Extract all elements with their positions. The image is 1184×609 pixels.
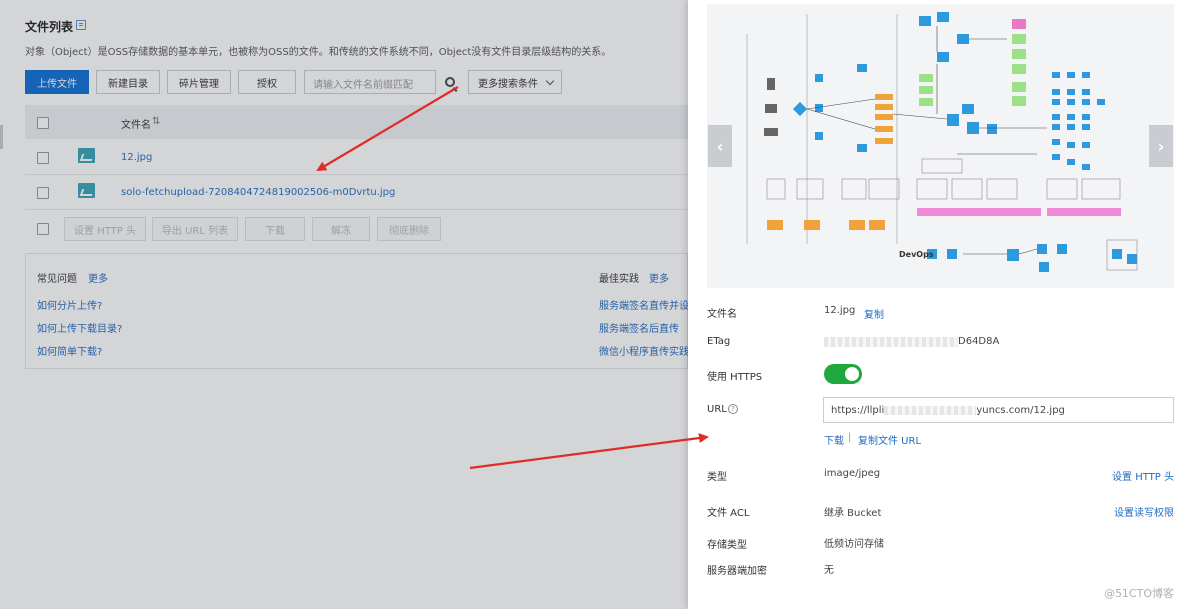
help-icon[interactable]: ? (728, 404, 738, 414)
best-practice-link[interactable]: 服务端签名直传并设 (599, 297, 688, 312)
copy-url-link[interactable]: 复制文件 URL (858, 432, 921, 447)
url-redacted (884, 405, 977, 415)
best-practice-link[interactable]: 服务端签名后直传 (599, 320, 679, 335)
copy-filename-link[interactable]: 复制 (864, 306, 884, 321)
page-title: 文件列表 (25, 20, 74, 34)
unfreeze-button[interactable]: 解冻 (312, 217, 370, 241)
set-acl-link[interactable]: 设置读写权限 (1114, 504, 1174, 519)
etag-redacted (824, 337, 958, 347)
filename-label: 文件名 (707, 309, 737, 320)
previous-image-button[interactable]: ‹ (708, 125, 732, 167)
type-value: image/jpeg (824, 468, 881, 479)
sort-icon[interactable]: ⇅ (152, 116, 160, 127)
acl-value: 继承 Bucket (824, 508, 882, 519)
link-separator: | (848, 432, 852, 443)
acl-label: 文件 ACL (707, 508, 750, 519)
authorize-button[interactable]: 授权 (238, 70, 296, 94)
type-label: 类型 (707, 472, 727, 483)
file-list-page: 文件列表 对象（Object）是OSS存储数据的基本单元，也被称为OSS的文件。… (0, 0, 688, 609)
https-toggle[interactable] (824, 364, 862, 384)
export-url-button[interactable]: 导出 URL 列表 (152, 217, 238, 241)
architecture-diagram-thumbnail: DevOps (707, 4, 1174, 288)
best-practice-link[interactable]: 微信小程序直传实践 (599, 343, 688, 358)
new-directory-button[interactable]: 新建目录 (96, 70, 160, 94)
etag-value: D64D8A (958, 336, 1000, 347)
image-file-icon (78, 183, 95, 198)
best-practice-more-link[interactable]: 更多 (649, 270, 669, 285)
upload-button[interactable]: 上传文件 (25, 70, 89, 94)
download-link[interactable]: 下载 (824, 432, 844, 447)
more-search-dropdown[interactable]: 更多搜索条件 (468, 70, 562, 94)
batch-checkbox[interactable] (37, 223, 49, 235)
select-all-checkbox[interactable] (37, 117, 49, 129)
next-image-button[interactable]: › (1149, 125, 1173, 167)
faq-link[interactable]: 如何简单下载? (37, 343, 102, 358)
faq-title: 常见问题 (37, 274, 77, 285)
set-http-header-button[interactable]: 设置 HTTP 头 (64, 217, 146, 241)
help-section (25, 253, 688, 369)
set-http-header-link[interactable]: 设置 HTTP 头 (1112, 468, 1174, 483)
faq-link[interactable]: 如何分片上传? (37, 297, 102, 312)
search-button[interactable] (436, 70, 464, 94)
download-button[interactable]: 下载 (245, 217, 305, 241)
file-link[interactable]: solo-fetchupload-7208404724819002506-m0D… (121, 187, 395, 198)
https-label: 使用 HTTPS (707, 372, 763, 383)
delete-button[interactable]: 彻底删除 (377, 217, 441, 241)
chevron-down-icon (545, 76, 555, 86)
storage-class-label: 存储类型 (707, 540, 747, 551)
chevron-left-icon: ‹ (716, 136, 724, 156)
chevron-right-icon: › (1157, 136, 1165, 156)
page-description: 对象（Object）是OSS存储数据的基本单元，也被称为OSS的文件。和传统的文… (25, 47, 612, 58)
image-file-icon (78, 148, 95, 163)
faq-link[interactable]: 如何上传下载目录? (37, 320, 122, 335)
doc-icon[interactable] (76, 20, 86, 30)
file-detail-drawer: DevOps ‹ › 文件名 12.jpg 复制 ETag D64D8A 使用 … (688, 0, 1184, 609)
filename-value: 12.jpg (824, 305, 856, 316)
url-label: URL (707, 404, 727, 415)
faq-more-link[interactable]: 更多 (88, 270, 108, 285)
search-icon (445, 77, 455, 87)
fragment-manage-button[interactable]: 碎片管理 (167, 70, 231, 94)
file-link[interactable]: 12.jpg (121, 152, 152, 163)
side-nav-indicator (0, 125, 3, 149)
watermark: @51CTO博客 (1103, 587, 1174, 600)
column-header-name[interactable]: 文件名 (121, 116, 151, 131)
encryption-value: 无 (824, 565, 834, 576)
row-checkbox[interactable] (37, 152, 49, 164)
image-preview: DevOps (707, 4, 1174, 288)
search-input[interactable]: 请输入文件名前缀匹配 (304, 70, 436, 94)
preview-caption: DevOps (899, 250, 934, 259)
best-practice-title: 最佳实践 (599, 274, 639, 285)
url-field[interactable]: https://llpli yuncs.com/12.jpg (823, 397, 1174, 423)
etag-label: ETag (707, 336, 731, 347)
encryption-label: 服务器端加密 (707, 566, 767, 577)
storage-class-value: 低频访问存储 (824, 539, 884, 550)
row-checkbox[interactable] (37, 187, 49, 199)
